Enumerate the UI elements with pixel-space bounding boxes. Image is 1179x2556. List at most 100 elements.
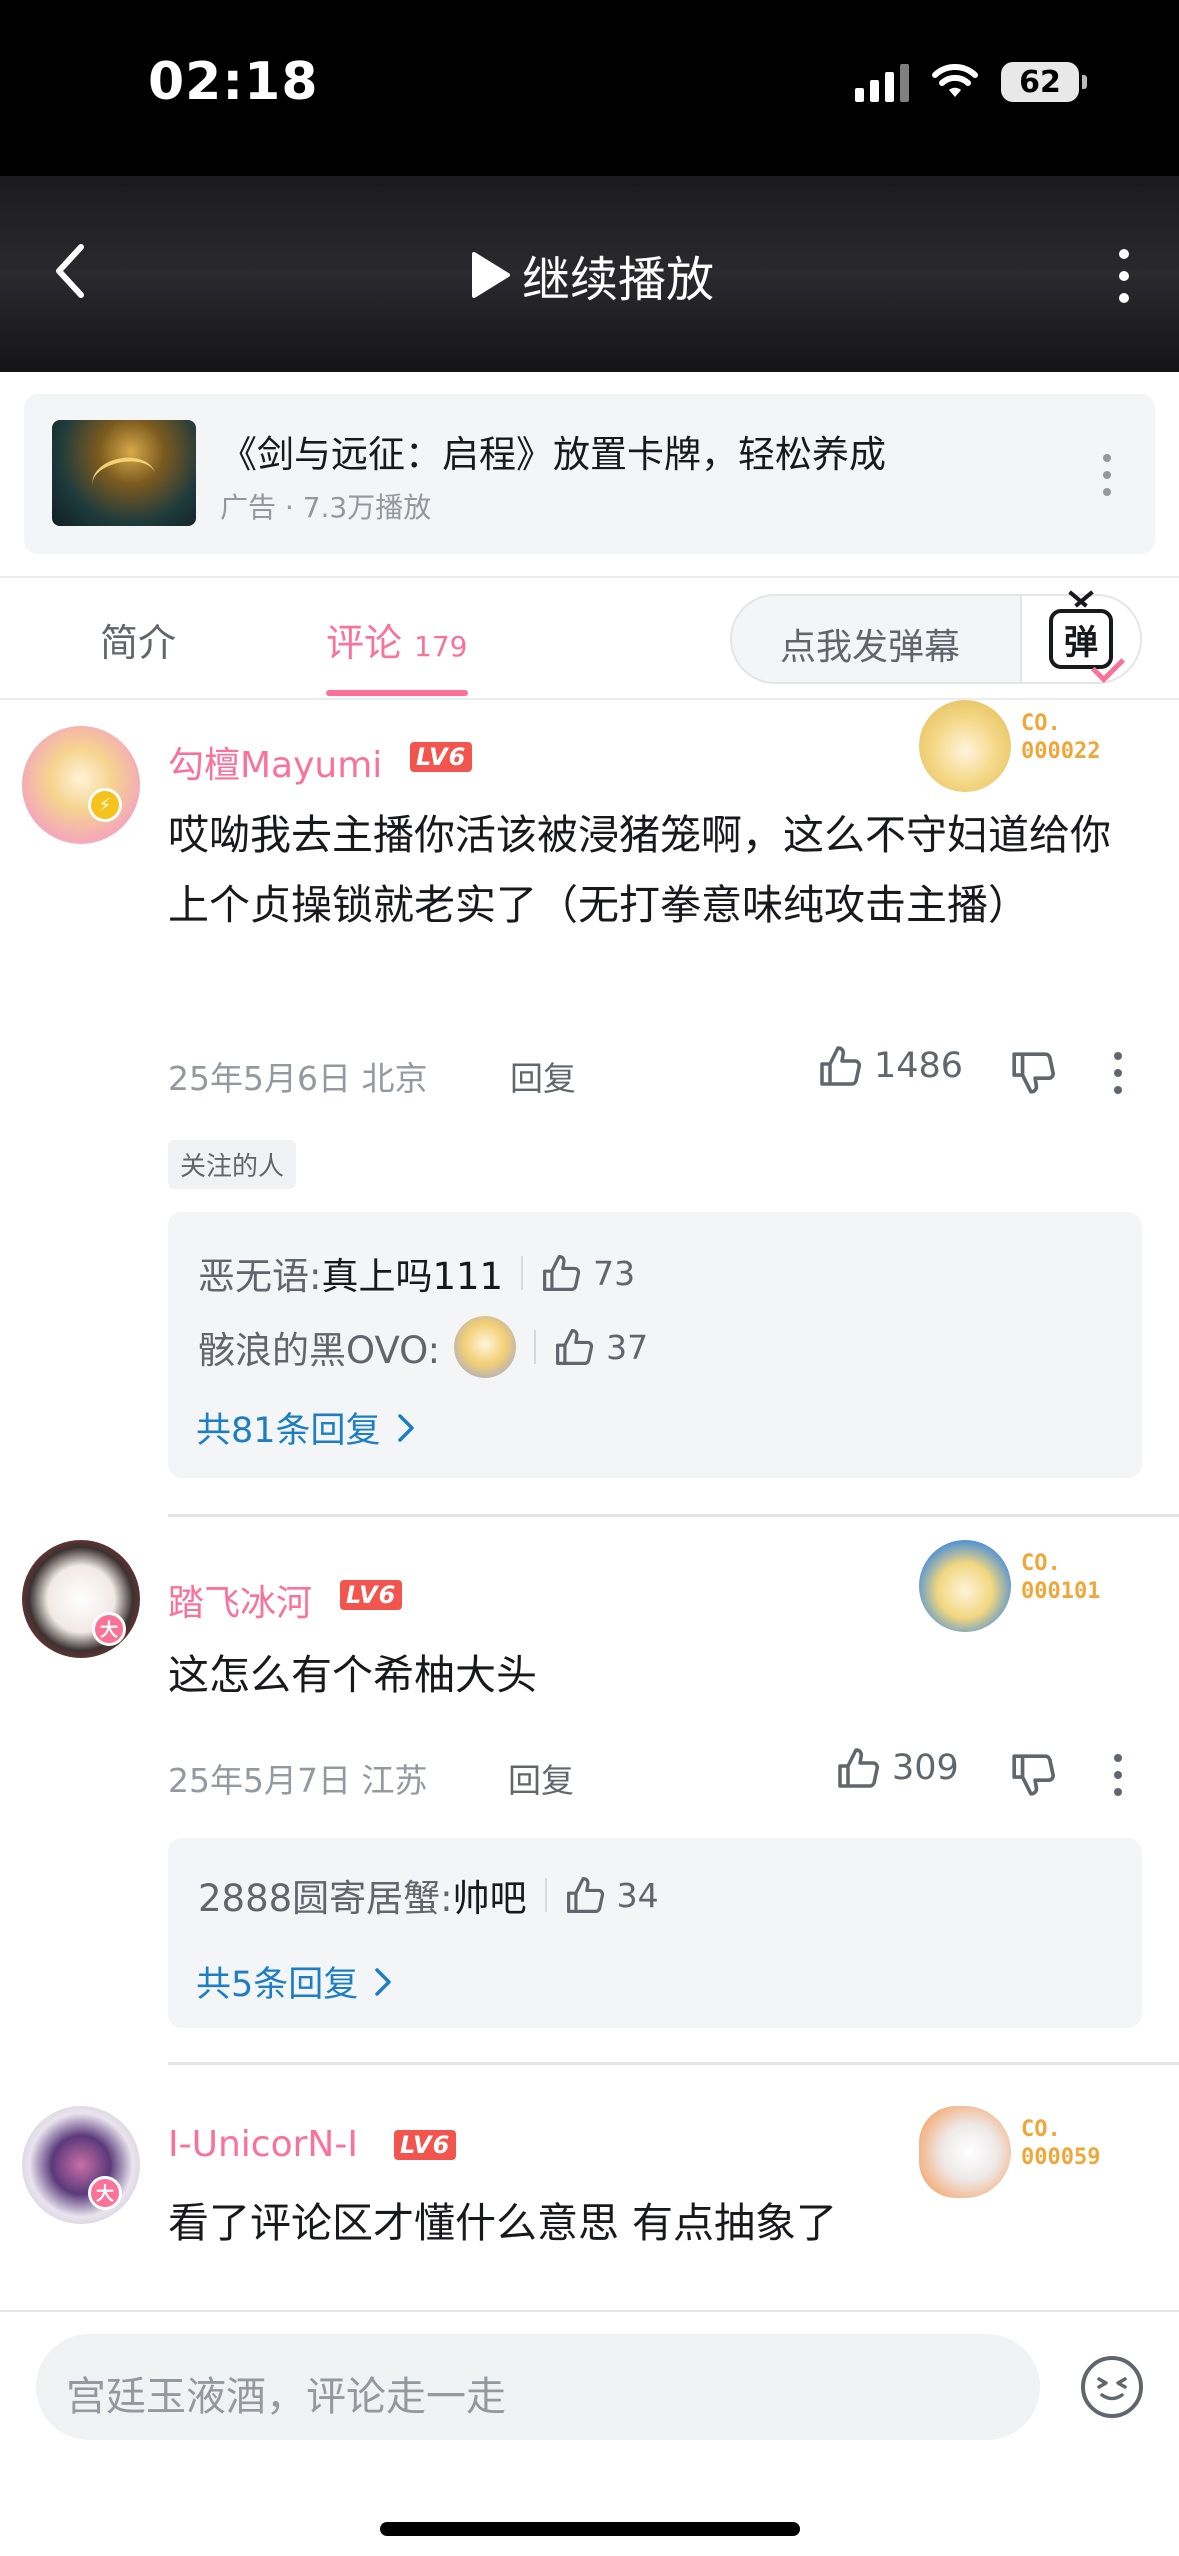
comment-username[interactable]: 勾檀Mayumi (168, 736, 382, 788)
thumb-down-icon[interactable] (1010, 1050, 1056, 1096)
reply-separator (534, 1330, 537, 1364)
fan-badge-line1: CO. (1021, 1551, 1061, 1576)
chevron-right-icon (397, 1413, 414, 1442)
avatar[interactable] (22, 1540, 140, 1658)
comment-divider (168, 2062, 1179, 2065)
lightning-badge-icon: ⚡ (88, 788, 122, 822)
comment-more-icon[interactable] (1112, 1050, 1124, 1096)
reply-author[interactable]: 恶无语: (198, 1246, 321, 1300)
ad-title: 《剑与远征：启程》放置卡牌，轻松养成 (220, 433, 886, 476)
tab-active-indicator (326, 690, 468, 696)
fan-badge-text: CO. 000101 (1021, 1550, 1100, 1606)
tab-bar: 简介 评论 179 点我发弹幕 弹 (0, 578, 1179, 698)
reply-like-count: 73 (593, 1253, 636, 1293)
view-all-replies-link[interactable]: 共81条回复 (196, 1402, 415, 1453)
total-replies-label: 共81条回复 (196, 1411, 381, 1451)
vip-badge-icon: 大 (88, 2176, 122, 2210)
comment-username[interactable]: I-UnicorN-I (168, 2124, 358, 2165)
reply-author[interactable]: 2888圆寄居蟹: (198, 1868, 453, 1922)
thumb-down-icon[interactable] (1010, 1752, 1056, 1798)
continue-play-button[interactable]: 继续播放 (468, 240, 714, 310)
tab-intro[interactable]: 简介 (100, 612, 176, 667)
status-time: 02:18 (148, 52, 319, 112)
like-count: 1486 (874, 1046, 964, 1086)
reply-separator (544, 1878, 547, 1912)
reply-like[interactable]: 73 (541, 1253, 635, 1293)
reply-author[interactable]: 骸浪的黑OVO: (198, 1320, 440, 1374)
back-icon (56, 244, 84, 298)
comment-date-location: 25年5月6日 北京 (168, 1059, 428, 1098)
comment-input-bar: 宫廷玉液酒，评论走一走 (0, 2310, 1179, 2556)
like-count: 309 (892, 1748, 959, 1788)
comment-more-icon[interactable] (1112, 1752, 1124, 1798)
comment-input[interactable]: 宫廷玉液酒，评论走一走 (36, 2334, 1040, 2440)
level-badge: LV6 (394, 2130, 457, 2160)
level-badge: LV6 (410, 742, 473, 772)
danmaku-icon-glyph: 弹 (1064, 622, 1098, 663)
more-icon[interactable] (1109, 246, 1139, 306)
following-tag: 关注的人 (168, 1140, 297, 1189)
thumb-up-icon (820, 1046, 861, 1086)
like-button[interactable]: 309 (836, 1746, 959, 1790)
tab-comments[interactable]: 评论 179 (326, 612, 467, 667)
reply-preview-item[interactable]: 恶无语: 真上吗111 73 (198, 1246, 635, 1300)
view-all-replies-link[interactable]: 共5条回复 (196, 1956, 392, 2007)
ad-thumbnail (52, 420, 196, 526)
reply-like[interactable]: 37 (554, 1327, 648, 1367)
reply-separator (521, 1256, 524, 1290)
fan-badge-line1: CO. (1021, 2117, 1061, 2142)
signal-icon (855, 62, 909, 102)
reply-like-count: 37 (606, 1327, 649, 1367)
thumb-up-icon (543, 1255, 581, 1291)
fan-badge-line2: 000022 (1021, 739, 1101, 764)
play-icon (472, 252, 510, 298)
comment-date-location: 25年5月7日 江苏 (168, 1761, 428, 1800)
reply-like[interactable]: 34 (565, 1875, 659, 1915)
tab-comments-count: 179 (414, 630, 468, 663)
fan-badge: CO. 000022 (919, 700, 1129, 792)
ad-more-icon[interactable] (1099, 450, 1115, 500)
avatar[interactable] (22, 726, 140, 844)
fan-badge-text: CO. 000022 (1021, 710, 1100, 766)
danmaku-icon: 弹 (1049, 609, 1125, 683)
fan-badge-line1: CO. (1021, 711, 1061, 736)
sticker-image (454, 1316, 517, 1378)
emoji-button[interactable] (1081, 2356, 1143, 2418)
reply-text: 真上吗111 (321, 1255, 504, 1298)
reply-like-count: 34 (616, 1875, 659, 1915)
avatar[interactable] (22, 2106, 140, 2224)
danmaku-input[interactable]: 点我发弹幕 弹 (730, 594, 1142, 684)
home-indicator[interactable] (380, 2522, 800, 2536)
danmaku-placeholder: 点我发弹幕 (780, 627, 961, 668)
thumb-up-icon (566, 1877, 604, 1913)
comment-divider (168, 1514, 1179, 1517)
comment-input-placeholder: 宫廷玉液酒，评论走一走 (66, 2374, 506, 2420)
status-icons: 62 (855, 62, 1087, 102)
reply-button[interactable]: 回复 (510, 1052, 576, 1100)
fan-badge-text: CO. 000059 (1021, 2116, 1100, 2172)
like-button[interactable]: 1486 (818, 1044, 963, 1088)
danmaku-toggle-button[interactable]: 弹 (1020, 596, 1140, 683)
reply-preview-box[interactable]: 2888圆寄居蟹: 帅吧 34 共5条回复 (168, 1838, 1142, 2028)
chevron-right-icon (375, 1967, 392, 1996)
ad-card[interactable]: 《剑与远征：启程》放置卡牌，轻松养成 广告 · 7.3万播放 (24, 394, 1155, 554)
battery-icon: 62 (1001, 62, 1087, 102)
reply-button[interactable]: 回复 (508, 1754, 574, 1802)
reply-preview-box[interactable]: 恶无语: 真上吗111 73 骸浪的黑OVO: 37 共81条回复 (168, 1212, 1142, 1478)
ad-subtitle: 广告 · 7.3万播放 (220, 491, 432, 524)
fan-badge: CO. 000059 (919, 2106, 1129, 2198)
fan-badge-avatar (919, 700, 1011, 792)
fan-badge-avatar (919, 2106, 1011, 2198)
emoji-icon (1097, 2377, 1127, 2401)
tab-comments-label: 评论 (326, 621, 403, 665)
fan-badge-line2: 000059 (1021, 2145, 1101, 2170)
comment-username[interactable]: 踏飞冰河 (168, 1574, 312, 1626)
thumb-up-icon (556, 1329, 594, 1365)
reply-preview-item[interactable]: 骸浪的黑OVO: 37 (198, 1316, 648, 1378)
reply-preview-item[interactable]: 2888圆寄居蟹: 帅吧 34 (198, 1868, 659, 1922)
reply-text: 帅吧 (452, 1877, 527, 1920)
back-button[interactable] (40, 236, 100, 306)
fan-badge-avatar (919, 1540, 1011, 1632)
comment-content: 看了评论区才懂什么意思 有点抽象了 (168, 2199, 838, 2247)
status-bar: 02:18 62 (0, 0, 1179, 176)
